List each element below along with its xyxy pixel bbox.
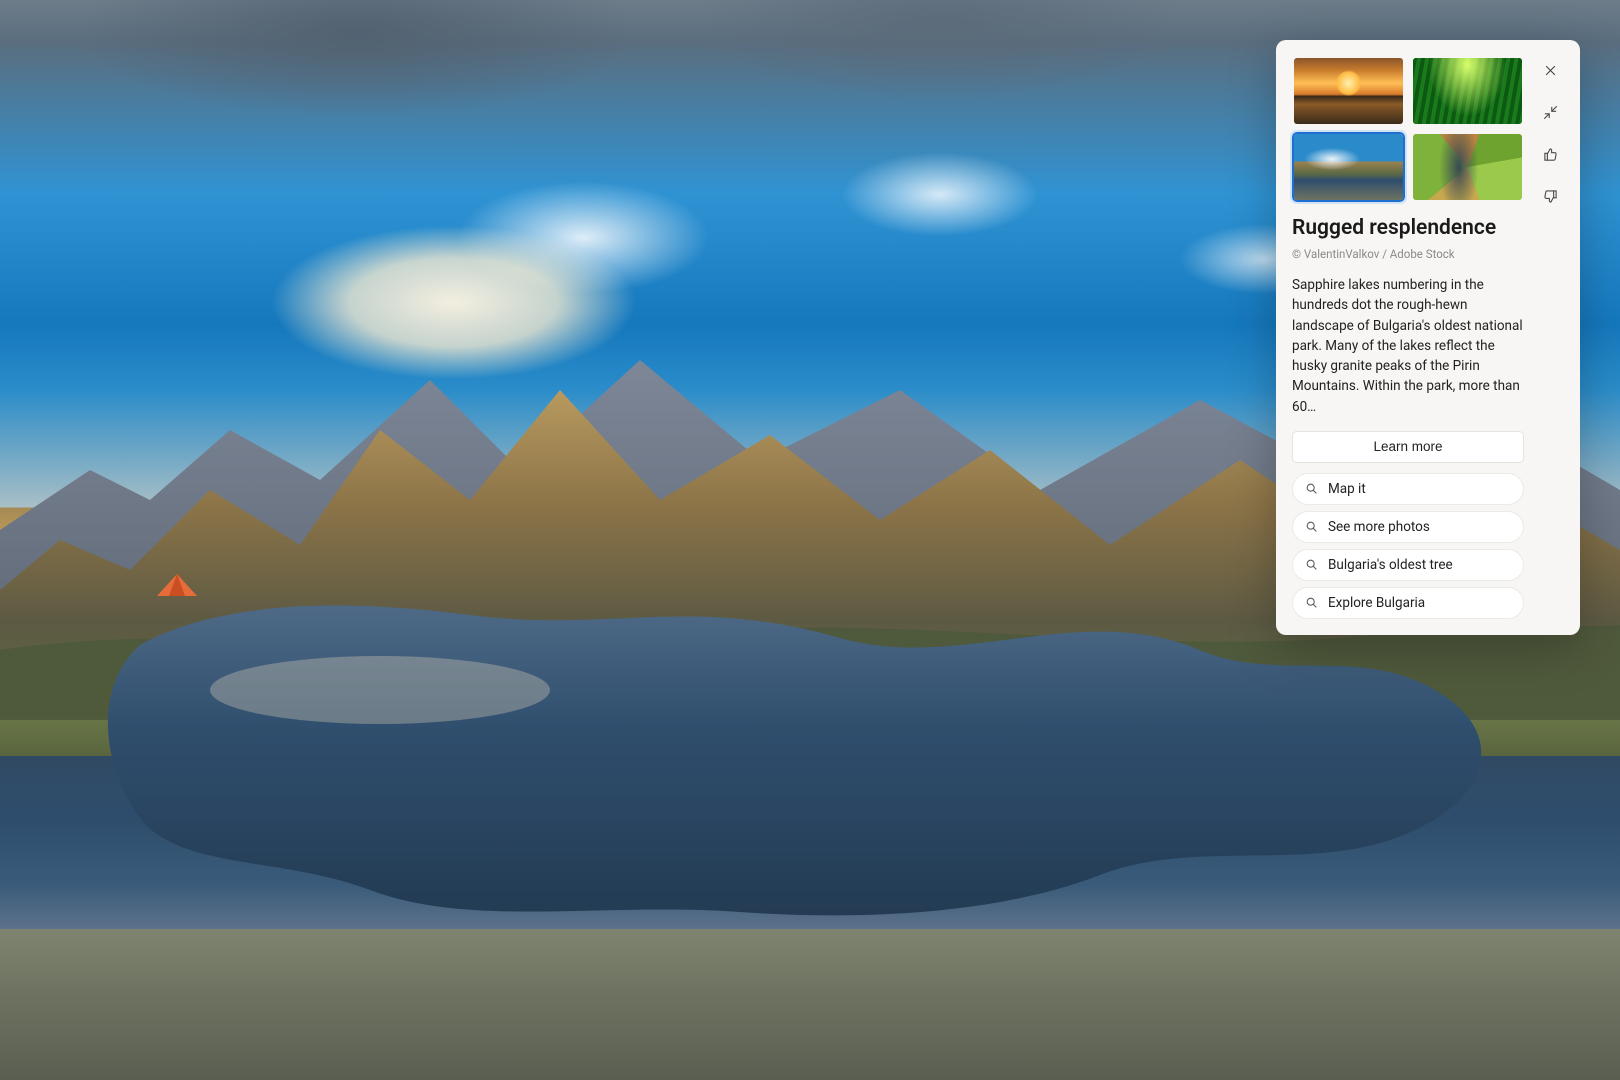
card-title: Rugged resplendence: [1292, 216, 1524, 241]
thumbnail-aerial-fields[interactable]: [1411, 132, 1524, 202]
search-icon: [1305, 596, 1318, 609]
search-oldest-tree[interactable]: Bulgaria's oldest tree: [1292, 549, 1524, 581]
minimize-button[interactable]: [1536, 98, 1564, 126]
learn-more-button[interactable]: Learn more: [1292, 431, 1524, 463]
dislike-button[interactable]: [1536, 182, 1564, 210]
card-actions: [1536, 56, 1564, 619]
related-searches: Map it See more photos Bulgaria's oldest…: [1292, 473, 1524, 619]
collapse-icon: [1543, 105, 1558, 120]
close-icon: [1543, 63, 1558, 78]
search-label: Map it: [1328, 481, 1366, 497]
search-label: Explore Bulgaria: [1328, 595, 1425, 611]
search-icon: [1305, 558, 1318, 571]
search-icon: [1305, 482, 1318, 495]
thumbs-up-icon: [1543, 147, 1558, 162]
thumbnail-pirin-lake[interactable]: [1292, 132, 1405, 202]
search-icon: [1305, 520, 1318, 533]
search-label: See more photos: [1328, 519, 1430, 535]
thumbs-down-icon: [1543, 189, 1558, 204]
search-label: Bulgaria's oldest tree: [1328, 557, 1453, 573]
thumbnail-sunset[interactable]: [1292, 56, 1405, 126]
spotlight-card: Rugged resplendence © ValentinValkov / A…: [1276, 40, 1580, 635]
search-explore-bulgaria[interactable]: Explore Bulgaria: [1292, 587, 1524, 619]
like-button[interactable]: [1536, 140, 1564, 168]
search-map-it[interactable]: Map it: [1292, 473, 1524, 505]
thumbnail-bamboo[interactable]: [1411, 56, 1524, 126]
thumbnail-grid: [1292, 56, 1524, 202]
search-more-photos[interactable]: See more photos: [1292, 511, 1524, 543]
close-button[interactable]: [1536, 56, 1564, 84]
card-description: Sapphire lakes numbering in the hundreds…: [1292, 275, 1524, 417]
card-credit: © ValentinValkov / Adobe Stock: [1292, 247, 1524, 261]
